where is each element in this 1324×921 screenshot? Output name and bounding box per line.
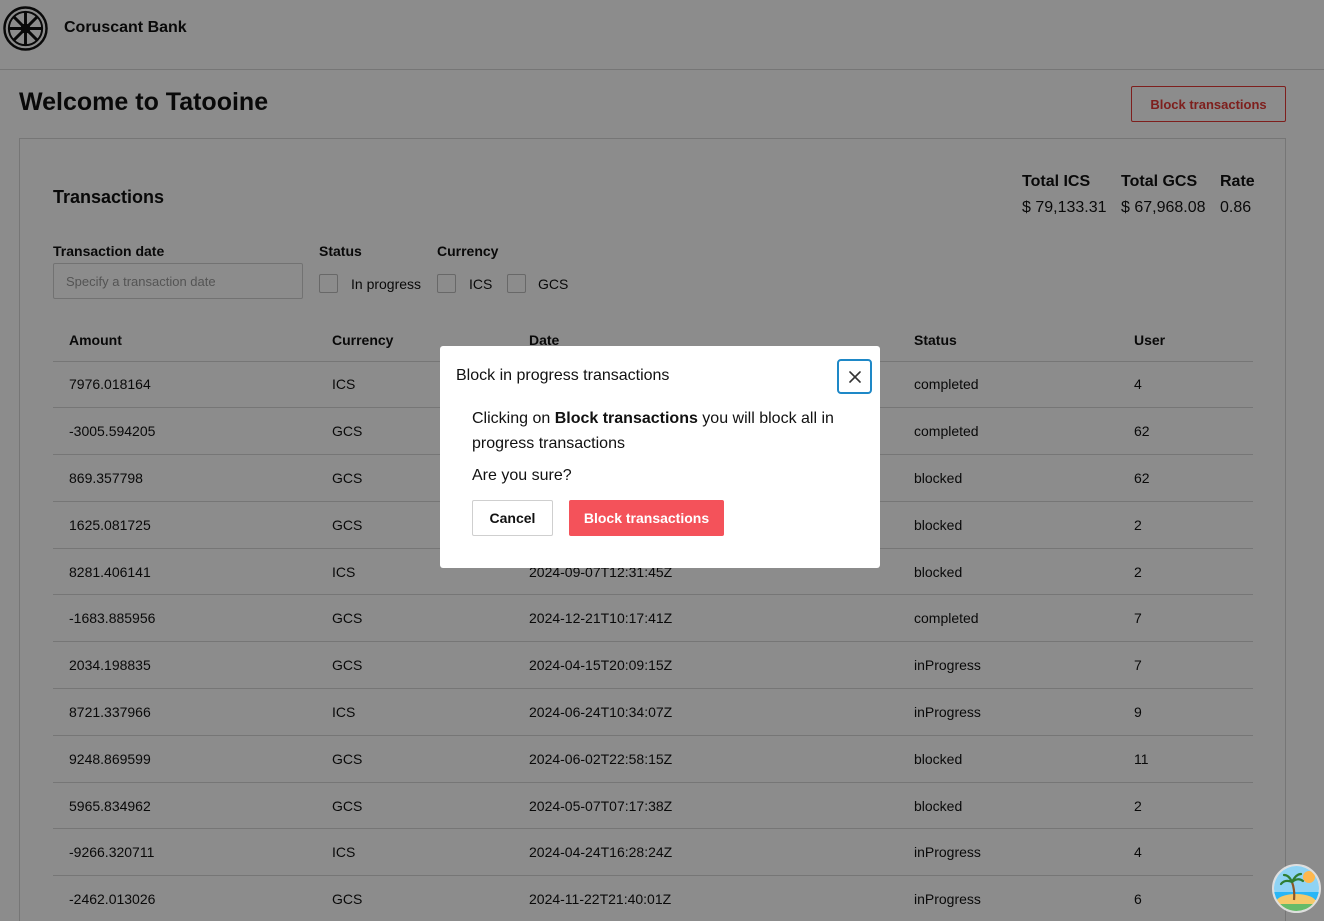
cancel-button[interactable]: Cancel — [472, 500, 553, 536]
assistant-badge[interactable] — [1272, 864, 1321, 913]
dialog-message: Clicking on Block transactions you will … — [472, 406, 852, 456]
block-transactions-dialog: Block in progress transactions Clicking … — [440, 346, 880, 568]
dialog-title: Block in progress transactions — [456, 367, 670, 384]
beach-island-icon — [1274, 866, 1319, 911]
dialog-question: Are you sure? — [472, 467, 572, 484]
message-text: Clicking on — [472, 410, 555, 427]
close-button[interactable] — [837, 359, 872, 394]
confirm-block-button[interactable]: Block transactions — [569, 500, 724, 536]
message-emphasis: Block transactions — [554, 410, 698, 427]
close-icon — [848, 370, 861, 383]
